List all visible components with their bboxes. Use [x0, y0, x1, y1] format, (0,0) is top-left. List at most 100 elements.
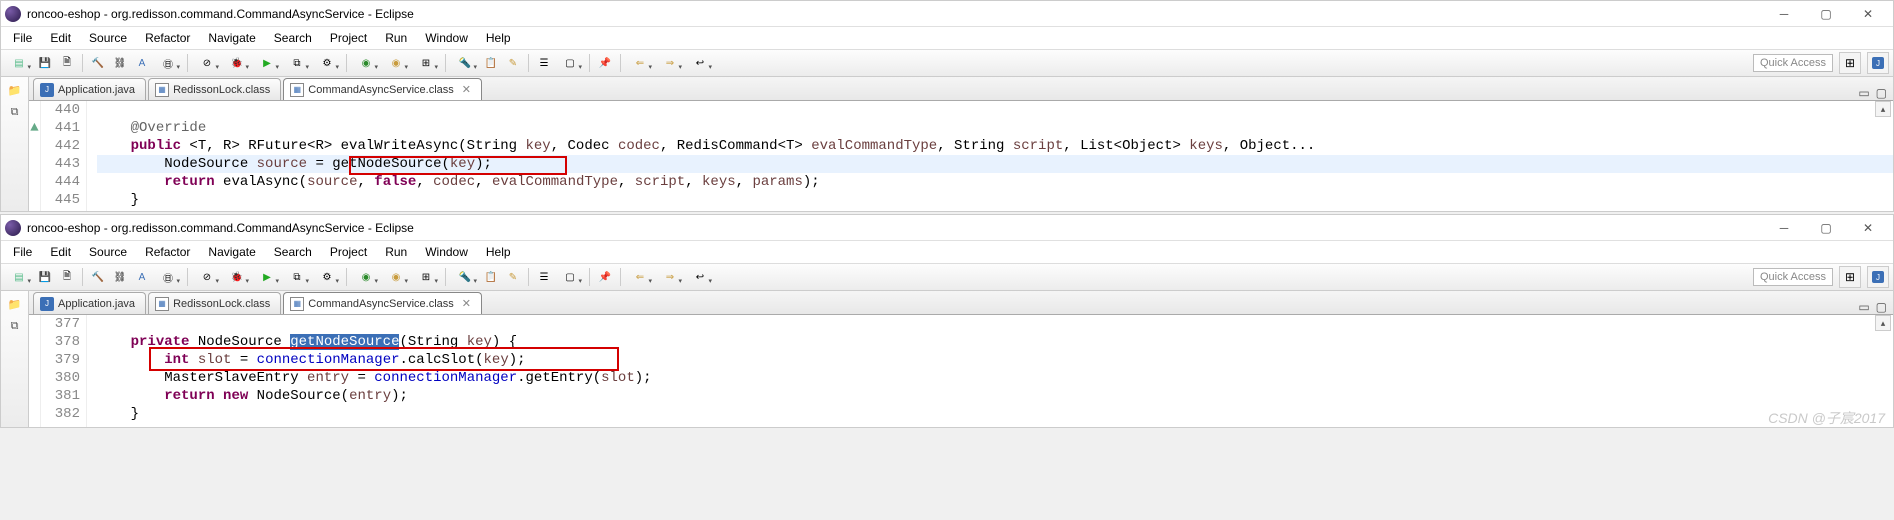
code-editor[interactable]: ▲ 440 441 442 443 444 445 @Override publ… — [29, 101, 1893, 211]
menu-source[interactable]: Source — [81, 243, 135, 261]
maximize-button[interactable]: ▢ — [1805, 2, 1847, 26]
quick-access-input[interactable]: Quick Access — [1753, 268, 1833, 286]
minimize-view-icon[interactable]: ▭ — [1858, 86, 1869, 100]
search-button[interactable]: 🔦 — [451, 267, 479, 287]
forward-button[interactable]: ⇒ — [656, 267, 684, 287]
skip-breakpoints-button[interactable]: ⊘ — [193, 53, 221, 73]
layout-button[interactable]: ▢ — [556, 267, 584, 287]
package-explorer-icon[interactable]: 📁 — [6, 295, 24, 313]
menu-search[interactable]: Search — [266, 243, 320, 261]
open-task-button[interactable]: 📋 — [481, 53, 501, 73]
new-java-class-button[interactable]: ◉ — [352, 53, 380, 73]
show-whitespace-button[interactable]: ㊐ — [154, 267, 182, 287]
save-all-button[interactable]: 🗎 — [57, 267, 77, 287]
open-type-button[interactable]: ⊞ — [412, 53, 440, 73]
new-package-button[interactable]: ◉ — [382, 53, 410, 73]
pin-button[interactable]: 📌 — [595, 267, 615, 287]
new-package-button[interactable]: ◉ — [382, 267, 410, 287]
code-editor[interactable]: 377 378 379 380 381 382 private NodeSour… — [29, 315, 1893, 427]
minimize-button[interactable]: ─ — [1763, 2, 1805, 26]
save-button[interactable]: 💾 — [35, 53, 55, 73]
skip-breakpoints-button[interactable]: ⊘ — [193, 267, 221, 287]
coverage-button[interactable]: ⧉ — [283, 53, 311, 73]
menu-file[interactable]: File — [5, 29, 40, 47]
menu-search[interactable]: Search — [266, 29, 320, 47]
quick-access-input[interactable]: Quick Access — [1753, 54, 1833, 72]
menu-source[interactable]: Source — [81, 29, 135, 47]
menu-refactor[interactable]: Refactor — [137, 29, 198, 47]
tab-redissonlock-class[interactable]: ▦RedissonLock.class — [148, 78, 281, 100]
menu-file[interactable]: File — [5, 243, 40, 261]
minimize-button[interactable]: ─ — [1763, 216, 1805, 240]
open-type-button[interactable]: ⊞ — [412, 267, 440, 287]
run-button[interactable]: ▶ — [253, 53, 281, 73]
close-button[interactable]: ✕ — [1847, 2, 1889, 26]
close-tab-icon[interactable]: ✕ — [462, 83, 471, 96]
close-tab-icon[interactable]: ✕ — [462, 297, 471, 310]
debug-button[interactable]: 🐞 — [223, 53, 251, 73]
back-button[interactable]: ⇐ — [626, 267, 654, 287]
maximize-button[interactable]: ▢ — [1805, 216, 1847, 240]
open-perspective-button[interactable]: ⊞ — [1839, 266, 1861, 288]
last-edit-button[interactable]: ↩ — [686, 267, 714, 287]
link-button[interactable]: ⛓ — [110, 267, 130, 287]
menu-navigate[interactable]: Navigate — [200, 29, 263, 47]
external-tools-button[interactable]: ⚙ — [313, 267, 341, 287]
menu-project[interactable]: Project — [322, 243, 375, 261]
new-java-class-button[interactable]: ◉ — [352, 267, 380, 287]
menu-edit[interactable]: Edit — [42, 243, 79, 261]
run-button[interactable]: ▶ — [253, 267, 281, 287]
layout-button[interactable]: ▢ — [556, 53, 584, 73]
package-explorer-icon[interactable]: 📁 — [6, 81, 24, 99]
code-body[interactable]: @Override public <T, R> RFuture<R> evalW… — [87, 101, 1893, 211]
toggle-breadcrumb-button[interactable]: 🔨 — [88, 267, 108, 287]
coverage-button[interactable]: ⧉ — [283, 267, 311, 287]
toggle-mark-button[interactable]: ☰ — [534, 53, 554, 73]
toggle-breadcrumb-button[interactable]: 🔨 — [88, 53, 108, 73]
annotation-button[interactable]: ✎ — [503, 267, 523, 287]
last-edit-button[interactable]: ↩ — [686, 53, 714, 73]
tab-application-java[interactable]: JApplication.java — [33, 292, 146, 314]
toggle-mark-button[interactable]: ☰ — [534, 267, 554, 287]
java-perspective-button[interactable]: J — [1867, 266, 1889, 288]
scroll-up-button[interactable]: ▴ — [1875, 101, 1891, 117]
java-perspective-button[interactable]: J — [1867, 52, 1889, 74]
block-select-button[interactable]: A — [132, 53, 152, 73]
annotation-button[interactable]: ✎ — [503, 53, 523, 73]
outline-icon[interactable]: ⧉ — [6, 103, 24, 121]
back-button[interactable]: ⇐ — [626, 53, 654, 73]
menu-edit[interactable]: Edit — [42, 29, 79, 47]
block-select-button[interactable]: A — [132, 267, 152, 287]
code-body[interactable]: private NodeSource getNodeSource(String … — [87, 315, 1893, 427]
search-button[interactable]: 🔦 — [451, 53, 479, 73]
menu-project[interactable]: Project — [322, 29, 375, 47]
new-button[interactable]: ▤ — [5, 267, 33, 287]
pin-button[interactable]: 📌 — [595, 53, 615, 73]
save-all-button[interactable]: 🗎 — [57, 53, 77, 73]
close-button[interactable]: ✕ — [1847, 216, 1889, 240]
show-whitespace-button[interactable]: ㊐ — [154, 53, 182, 73]
scroll-up-button[interactable]: ▴ — [1875, 315, 1891, 331]
debug-button[interactable]: 🐞 — [223, 267, 251, 287]
maximize-view-icon[interactable]: ▢ — [1876, 300, 1887, 314]
menu-window[interactable]: Window — [417, 243, 476, 261]
new-button[interactable]: ▤ — [5, 53, 33, 73]
menu-help[interactable]: Help — [478, 243, 519, 261]
tab-redissonlock-class[interactable]: ▦RedissonLock.class — [148, 292, 281, 314]
link-button[interactable]: ⛓ — [110, 53, 130, 73]
menu-navigate[interactable]: Navigate — [200, 243, 263, 261]
menu-run[interactable]: Run — [377, 29, 415, 47]
menu-run[interactable]: Run — [377, 243, 415, 261]
tab-application-java[interactable]: JApplication.java — [33, 78, 146, 100]
forward-button[interactable]: ⇒ — [656, 53, 684, 73]
menu-window[interactable]: Window — [417, 29, 476, 47]
menu-refactor[interactable]: Refactor — [137, 243, 198, 261]
minimize-view-icon[interactable]: ▭ — [1858, 300, 1869, 314]
maximize-view-icon[interactable]: ▢ — [1876, 86, 1887, 100]
tab-commandasyncservice-class[interactable]: ▦CommandAsyncService.class✕ — [283, 78, 482, 100]
save-button[interactable]: 💾 — [35, 267, 55, 287]
outline-icon[interactable]: ⧉ — [6, 317, 24, 335]
open-perspective-button[interactable]: ⊞ — [1839, 52, 1861, 74]
open-task-button[interactable]: 📋 — [481, 267, 501, 287]
menu-help[interactable]: Help — [478, 29, 519, 47]
